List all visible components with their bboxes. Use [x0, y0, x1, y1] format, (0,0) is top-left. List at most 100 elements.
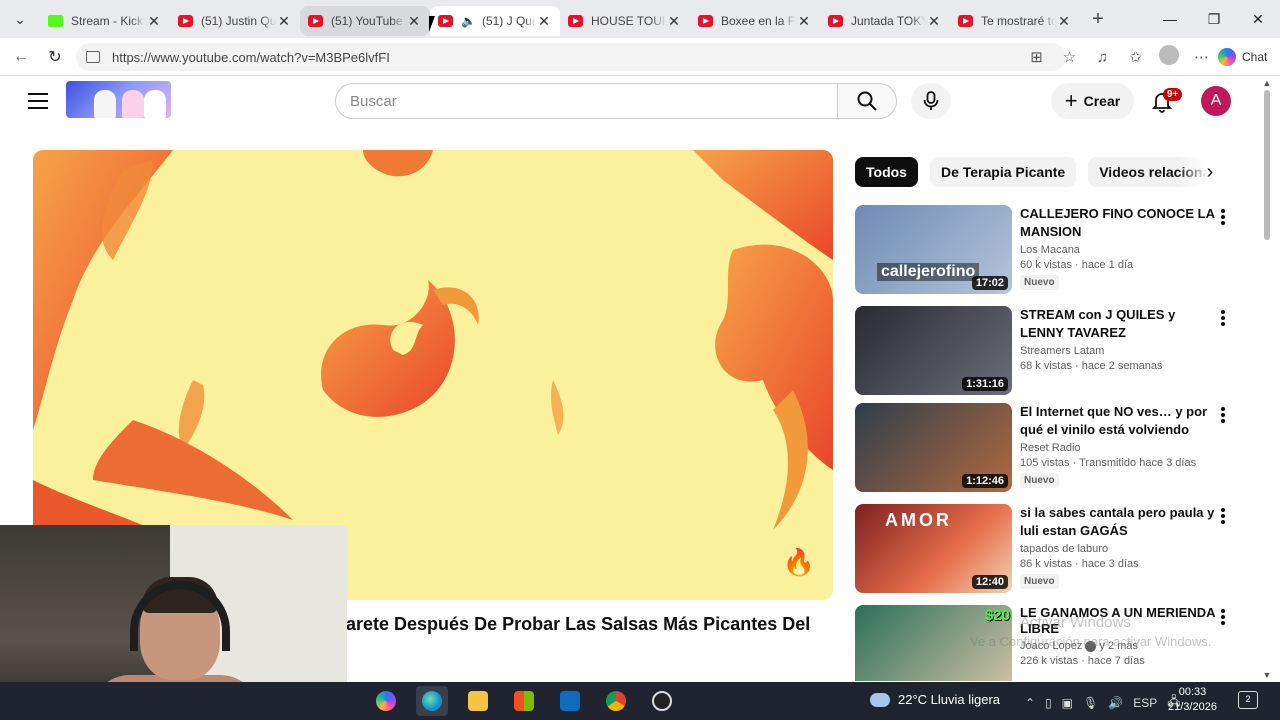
speaker-icon[interactable]: 🔈 — [461, 14, 476, 28]
scrollbar-thumb[interactable] — [1264, 90, 1270, 240]
user-avatar[interactable]: A — [1201, 86, 1231, 116]
tab-title: Te mostraré to — [981, 14, 1056, 28]
minimize-icon[interactable]: — — [1148, 0, 1192, 38]
doodle-logo[interactable] — [66, 81, 171, 118]
back-arrow-icon[interactable]: ← — [4, 40, 38, 74]
obs-record-icon[interactable] — [646, 686, 678, 716]
recommendation-title[interactable]: El Internet que NO ves… y por qué el vin… — [1020, 403, 1215, 439]
browser-tab-8[interactable]: Te mostraré to ✕ — [950, 6, 1080, 36]
recommendation-item[interactable]: 1:31:16 STREAM con J QUILES y LENNY TAVA… — [855, 306, 1235, 396]
url-text: https://www.youtube.com/watch?v=M3BPe6lv… — [112, 49, 390, 65]
more-options-icon[interactable] — [1218, 207, 1228, 227]
new-tab-button[interactable]: + — [1080, 8, 1116, 31]
url-field[interactable]: https://www.youtube.com/watch?v=M3BPe6lv… — [76, 43, 1066, 71]
video-title: arete Después De Probar Las Salsas Más P… — [346, 614, 811, 634]
more-options-icon[interactable] — [1218, 506, 1228, 526]
browser-tab-1[interactable]: Stream - Kick D ✕ — [40, 6, 170, 36]
close-window-icon[interactable]: ✕ — [1236, 0, 1280, 38]
search-icon — [857, 91, 877, 111]
voice-search-button[interactable] — [911, 83, 951, 119]
tab-close-icon[interactable]: ✕ — [666, 13, 682, 30]
chevron-up-icon[interactable]: ⌃ — [1025, 696, 1035, 710]
read-aloud-icon[interactable]: ♫ — [1086, 49, 1119, 66]
video-thumbnail[interactable]: callejerofino 17:02 — [855, 205, 1012, 294]
recommendation-title[interactable]: CALLEJERO FINO CONOCE LA MANSION — [1020, 205, 1215, 241]
channel-name[interactable]: Los Macana — [1020, 244, 1215, 256]
recommendation-title[interactable]: si la sabes cantala pero paula y luli es… — [1020, 504, 1215, 540]
browser-tab-2[interactable]: (51) Justin Quil ✕ — [170, 6, 300, 36]
browser-tab-3[interactable]: (51) YouTube ✕ — [300, 6, 430, 36]
new-badge: Nuevo — [1020, 574, 1059, 589]
youtube-icon — [568, 15, 583, 27]
tab-actions-menu-icon[interactable]: ⌄ — [0, 0, 40, 38]
site-info-icon[interactable] — [86, 51, 100, 63]
recommendation-item[interactable]: callejerofino 17:02 CALLEJERO FINO CONOC… — [855, 205, 1235, 295]
weather-widget[interactable]: 22°C Lluvia ligera — [870, 692, 1000, 707]
chrome-icon[interactable] — [600, 686, 632, 716]
tab-close-icon[interactable]: ✕ — [1056, 13, 1072, 30]
tab-close-icon[interactable]: ✕ — [276, 13, 292, 30]
page-scrollbar[interactable]: ▲ ▼ — [1262, 78, 1272, 680]
tab-close-icon[interactable]: ✕ — [406, 13, 422, 30]
weather-text: 22°C Lluvia ligera — [898, 692, 1001, 707]
more-options-icon[interactable] — [1218, 405, 1228, 425]
browser-tab-5[interactable]: HOUSE TOUR N ✕ — [560, 6, 690, 36]
favorite-star-icon[interactable]: ☆ — [1053, 48, 1086, 66]
file-explorer-icon[interactable] — [462, 686, 494, 716]
edge-browser-icon[interactable] — [416, 686, 448, 716]
taskbar-clock[interactable]: 00:33 21/3/2026 — [1168, 685, 1217, 715]
restore-icon[interactable]: ❐ — [1192, 0, 1236, 38]
tab-close-icon[interactable]: ✕ — [926, 13, 942, 30]
copilot-app-icon[interactable] — [370, 686, 402, 716]
activation-watermark-title: Activar Windows — [1020, 614, 1131, 631]
recommendation-item[interactable]: AMOR 12:40 si la sabes cantala pero paul… — [855, 504, 1235, 594]
system-tray: ⌃ ▯ ▣ 🎙 🔊 ESP 🖧 — [1025, 692, 1181, 713]
volume-icon[interactable]: 🔊 — [1108, 696, 1123, 710]
browser-tab-7[interactable]: Juntada TOKYO ✕ — [820, 6, 950, 36]
tray-security-icon[interactable]: ▣ — [1062, 696, 1073, 710]
search-input[interactable]: Buscar — [335, 83, 838, 119]
channel-name[interactable]: tapados de laburo — [1020, 543, 1215, 555]
more-options-icon[interactable] — [1218, 308, 1228, 328]
favorites-icon[interactable]: ✩ — [1119, 48, 1152, 66]
clock-time: 00:33 — [1178, 686, 1207, 698]
tray-app-icon[interactable]: ▯ — [1045, 696, 1052, 710]
video-thumbnail[interactable]: 1:31:16 — [855, 306, 1012, 395]
microphone-tray-icon[interactable]: 🎙 — [1083, 696, 1098, 710]
tab-close-icon[interactable]: ✕ — [146, 13, 162, 30]
menu-icon[interactable] — [28, 93, 48, 109]
create-button[interactable]: + Crear — [1051, 83, 1134, 119]
tab-title: (51) YouTube — [331, 14, 403, 28]
reload-icon[interactable]: ↻ — [38, 40, 72, 74]
video-thumbnail[interactable]: AMOR 12:40 — [855, 504, 1012, 593]
scroll-up-icon[interactable]: ▲ — [1262, 78, 1272, 88]
more-options-icon[interactable] — [1218, 607, 1228, 627]
flame-logo-icon: 🔥 — [782, 547, 815, 577]
outlook-icon[interactable] — [554, 686, 586, 716]
channel-name[interactable]: Reset Radio — [1020, 442, 1215, 454]
profile-icon[interactable] — [1152, 45, 1185, 69]
language-indicator[interactable]: ESP — [1133, 696, 1157, 710]
settings-more-icon[interactable]: ⋯ — [1185, 48, 1218, 66]
browser-tab-6[interactable]: Boxee en la Fav ✕ — [690, 6, 820, 36]
notification-center-icon[interactable]: 2 — [1238, 691, 1258, 709]
tab-close-icon[interactable]: ✕ — [796, 13, 812, 30]
chip-videos-relacionados[interactable]: Videos relacionado — [1088, 157, 1209, 187]
tab-close-icon[interactable]: ✕ — [536, 13, 552, 30]
chip-de-terapia-picante[interactable]: De Terapia Picante — [929, 157, 1077, 187]
app-available-icon[interactable]: ⊞ — [1020, 48, 1053, 66]
microsoft-store-icon[interactable] — [508, 686, 540, 716]
browser-tab-4-active[interactable]: 🔈 (51) J Quil ✕ — [430, 6, 560, 36]
recommendation-title[interactable]: STREAM con J QUILES y LENNY TAVAREZ — [1020, 306, 1215, 342]
scroll-down-icon[interactable]: ▼ — [1262, 670, 1272, 680]
notification-count-badge: 9+ — [1163, 88, 1183, 101]
chip-todos[interactable]: Todos — [855, 157, 918, 187]
chevron-right-icon[interactable]: › — [1198, 160, 1222, 184]
copilot-button[interactable]: Chat — [1218, 48, 1280, 66]
microphone-icon — [923, 91, 939, 110]
youtube-icon — [828, 15, 843, 27]
video-thumbnail[interactable]: 1:12:46 — [855, 403, 1012, 492]
recommendation-item[interactable]: 1:12:46 El Internet que NO ves… y por qu… — [855, 403, 1235, 493]
channel-name[interactable]: Streamers Latam — [1020, 345, 1215, 357]
search-button[interactable] — [837, 83, 897, 119]
